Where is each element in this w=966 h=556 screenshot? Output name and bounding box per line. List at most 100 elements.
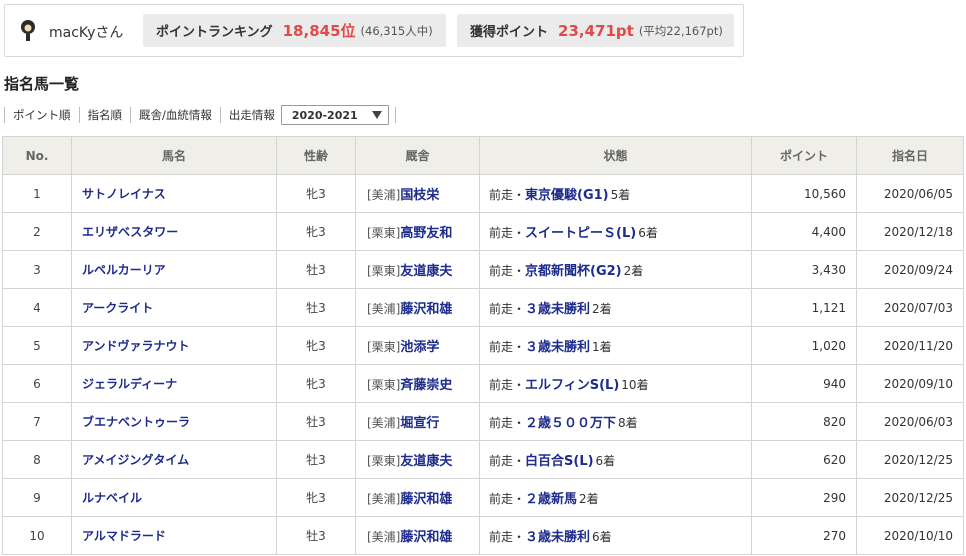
point-ranking-total: (46,315人中) <box>360 23 433 38</box>
trainer-link[interactable]: 藤沢和雄 <box>400 492 452 507</box>
row-nomination-date: 2020/10/10 <box>856 516 964 555</box>
table-row: 1 サトノレイナス 牝3 [美浦]国枝栄 前走・東京優駿(G1) 5着 10,560 2020… <box>2 174 964 213</box>
status-prefix: 前走・ <box>489 226 526 240</box>
row-stable: [栗東]斉藤崇史 <box>355 364 480 403</box>
row-no: 4 <box>2 288 72 327</box>
trainer-link[interactable]: 藤沢和雄 <box>400 302 452 317</box>
row-sex-age: 牡3 <box>276 440 356 479</box>
row-points: 270 <box>751 516 857 555</box>
header-points: ポイント <box>751 136 857 175</box>
race-placing: 1着 <box>592 340 612 354</box>
user-summary-panel: macKyさん ポイントランキング 18,845位 (46,315人中) 獲得ポ… <box>4 4 744 57</box>
race-placing: 8着 <box>618 416 638 430</box>
row-nomination-date: 2020/11/20 <box>856 326 964 365</box>
stable-region: [美浦] <box>367 530 401 544</box>
row-no: 10 <box>2 516 72 555</box>
race-link[interactable]: ２歳５００万下 <box>525 416 616 431</box>
header-no: No. <box>2 136 72 175</box>
horse-name-link[interactable]: ブエナベントゥーラ <box>71 402 277 441</box>
trainer-link[interactable]: 友道康夫 <box>400 264 452 279</box>
row-status: 前走・白百合S(L) 6着 <box>479 440 752 479</box>
race-link[interactable]: エルフィンS(L) <box>525 378 619 393</box>
race-placing: 5着 <box>610 188 631 202</box>
row-points: 820 <box>751 402 857 441</box>
table-row: 7 ブエナベントゥーラ 牡3 [美浦]堀宣行 前走・２歳５００万下 8着 820 2020/0… <box>2 402 964 441</box>
trainer-link[interactable]: 国枝栄 <box>400 188 439 203</box>
stable-region: [美浦] <box>367 302 401 316</box>
race-placing: 6着 <box>638 226 658 240</box>
row-points: 4,400 <box>751 212 857 251</box>
row-nomination-date: 2020/06/03 <box>856 402 964 441</box>
row-status: 前走・スイートピーＳ(L) 6着 <box>479 212 752 251</box>
race-link[interactable]: ３歳未勝利 <box>525 530 590 545</box>
race-link[interactable]: スイートピーＳ(L) <box>525 226 636 241</box>
status-prefix: 前走・ <box>489 264 526 278</box>
trainer-link[interactable]: 藤沢和雄 <box>400 530 452 545</box>
horse-name-link[interactable]: ジェラルディーナ <box>71 364 277 403</box>
sort-by-stable-pedigree[interactable]: 厩舎/血統情報 <box>130 107 220 123</box>
row-points: 940 <box>751 364 857 403</box>
trainer-link[interactable]: 友道康夫 <box>400 454 452 469</box>
table-row: 4 アークライト 牡3 [美浦]藤沢和雄 前走・３歳未勝利 2着 1,121 2020/07/… <box>2 288 964 327</box>
row-status: 前走・２歳新馬 2着 <box>479 478 752 517</box>
horse-name-link[interactable]: ルナベイル <box>71 478 277 517</box>
sort-by-race-entries[interactable]: 出走情報 <box>219 107 281 123</box>
horse-name-link[interactable]: アルマドラード <box>71 516 277 555</box>
race-link[interactable]: 京都新聞杯(G2) <box>525 264 622 279</box>
row-status: 前走・２歳５００万下 8着 <box>479 402 752 441</box>
trainer-link[interactable]: 池添学 <box>400 340 439 355</box>
race-link[interactable]: ２歳新馬 <box>525 492 577 507</box>
row-stable: [美浦]藤沢和雄 <box>355 288 480 327</box>
section-title: 指名馬一覧 <box>4 75 80 93</box>
season-select[interactable]: 2020-2021 <box>280 105 389 125</box>
race-link[interactable]: ３歳未勝利 <box>525 340 590 355</box>
row-status: 前走・３歳未勝利 2着 <box>479 288 752 327</box>
horse-name-link[interactable]: エリザベスタワー <box>71 212 277 251</box>
status-prefix: 前走・ <box>489 530 526 544</box>
race-link[interactable]: ３歳未勝利 <box>525 302 590 317</box>
table-row: 3 ルペルカーリア 牡3 [栗東]友道康夫 前走・京都新聞杯(G2) 2着 3,430 202… <box>2 250 964 289</box>
horse-name-link[interactable]: ルペルカーリア <box>71 250 277 289</box>
nominated-horses-table: No. 馬名 性齢 厩舎 状態 ポイント 指名日 1 サトノレイナス 牝3 [美浦]国… <box>2 136 964 555</box>
season-select-value: 2020-2021 <box>291 108 358 122</box>
table-row: 10 アルマドラード 牡3 [美浦]藤沢和雄 前走・３歳未勝利 6着 270 2020/10/… <box>2 516 964 555</box>
row-nomination-date: 2020/09/10 <box>856 364 964 403</box>
row-status: 前走・京都新聞杯(G2) 2着 <box>479 250 752 289</box>
acquired-points-value: 23,471pt <box>558 21 634 40</box>
user-avatar-icon <box>21 20 35 41</box>
horse-name-link[interactable]: アンドヴァラナウト <box>71 326 277 365</box>
row-no: 1 <box>2 174 72 213</box>
point-ranking-value: 18,845位 <box>282 22 356 40</box>
header-stable: 厩舎 <box>355 136 480 175</box>
row-stable: [美浦]堀宣行 <box>355 402 480 441</box>
row-sex-age: 牡3 <box>276 516 356 555</box>
race-link[interactable]: 白百合S(L) <box>525 454 594 469</box>
row-no: 6 <box>2 364 72 403</box>
table-row: 2 エリザベスタワー 牝3 [栗東]高野友和 前走・スイートピーＳ(L) 6着 4,400 2… <box>2 212 964 251</box>
row-stable: [美浦]藤沢和雄 <box>355 478 480 517</box>
row-no: 9 <box>2 478 72 517</box>
sort-by-points[interactable]: ポイント順 <box>4 107 79 123</box>
status-prefix: 前走・ <box>489 416 526 430</box>
row-stable: [美浦]国枝栄 <box>355 174 480 213</box>
sort-by-nomination[interactable]: 指名順 <box>78 107 131 123</box>
row-status: 前走・東京優駿(G1) 5着 <box>479 174 752 213</box>
trainer-link[interactable]: 斉藤崇史 <box>400 378 452 393</box>
acquired-points-average: (平均22,167pt) <box>638 23 723 38</box>
table-row: 9 ルナベイル 牝3 [美浦]藤沢和雄 前走・２歳新馬 2着 290 2020/12/25 <box>2 478 964 517</box>
status-prefix: 前走・ <box>489 302 526 316</box>
trainer-link[interactable]: 堀宣行 <box>400 416 439 431</box>
row-sex-age: 牝3 <box>276 478 356 517</box>
status-prefix: 前走・ <box>489 188 526 202</box>
row-no: 2 <box>2 212 72 251</box>
stable-region: [栗東] <box>367 378 401 392</box>
race-placing: 6着 <box>592 530 612 544</box>
row-sex-age: 牡3 <box>276 288 356 327</box>
horse-name-link[interactable]: サトノレイナス <box>71 174 277 213</box>
status-prefix: 前走・ <box>489 492 526 506</box>
horse-name-link[interactable]: アークライト <box>71 288 277 327</box>
stable-region: [美浦] <box>367 188 401 202</box>
trainer-link[interactable]: 高野友和 <box>400 226 452 241</box>
horse-name-link[interactable]: アメイジングタイム <box>71 440 277 479</box>
race-link[interactable]: 東京優駿(G1) <box>525 188 609 203</box>
